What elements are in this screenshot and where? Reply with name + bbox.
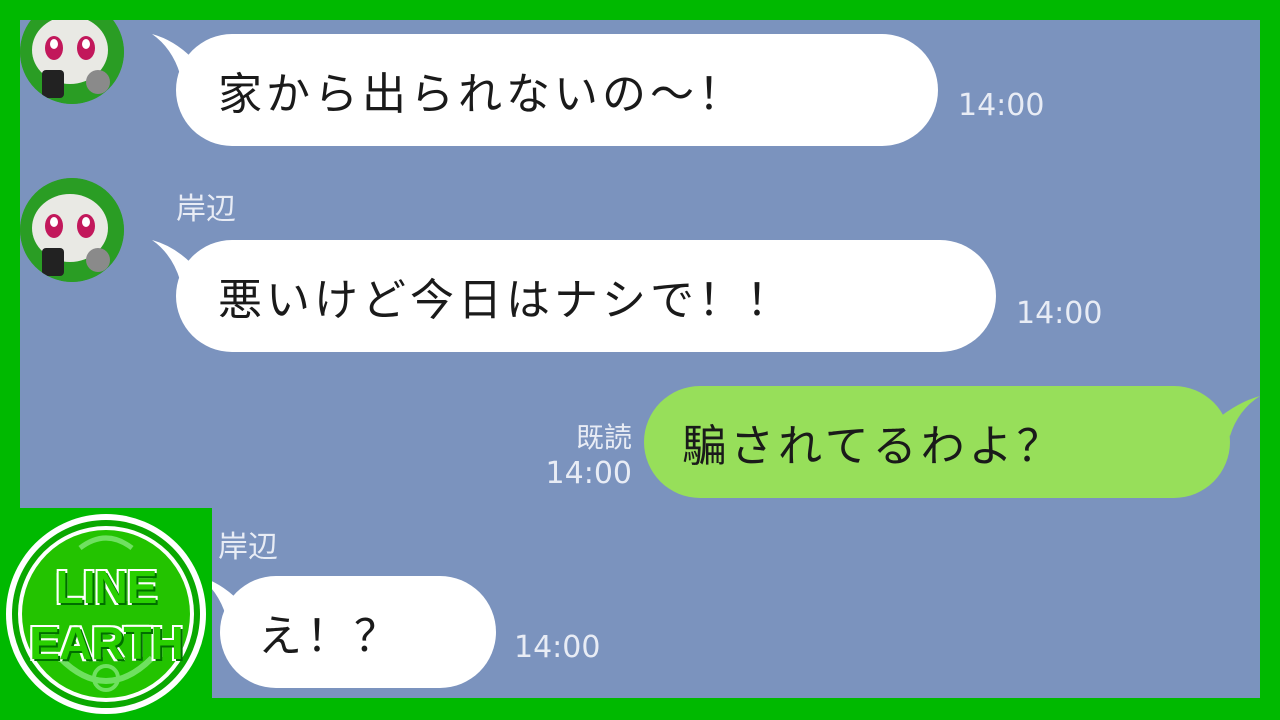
avatar[interactable] xyxy=(20,20,124,104)
message-text: 家から出られないの〜！ xyxy=(218,69,746,120)
message-time: 14:00 xyxy=(1016,296,1103,331)
line-earth-logo-icon xyxy=(6,514,206,714)
message-bubble[interactable]: 騙されてるわよ？ xyxy=(644,386,1230,498)
message-text: 騙されてるわよ？ xyxy=(682,421,1065,472)
logo-line1: LINE xyxy=(55,560,159,614)
message-time: 14:00 xyxy=(958,88,1045,123)
message-bubble[interactable]: 悪いけど今日はナシで！！ xyxy=(176,240,996,352)
cartoon-character-with-phone-icon xyxy=(20,20,124,104)
message-text: え！？ xyxy=(258,611,402,662)
sender-name: 岸辺 xyxy=(176,192,236,227)
line-earth-logo: LINE EARTH xyxy=(0,508,212,720)
avatar[interactable] xyxy=(20,178,124,282)
read-status: 既読 14:00 xyxy=(520,420,632,492)
message-bubble[interactable]: え！？ xyxy=(220,576,496,688)
cartoon-character-with-phone-icon xyxy=(20,178,124,282)
bubble-tail xyxy=(1216,396,1260,436)
message-time: 14:00 xyxy=(545,456,632,491)
message-time: 14:00 xyxy=(514,630,601,665)
message-text: 悪いけど今日はナシで！！ xyxy=(218,275,794,326)
read-label: 既読 xyxy=(575,421,632,454)
logo-line2: EARTH xyxy=(28,616,184,670)
sender-name: 岸辺 xyxy=(218,530,278,565)
message-bubble[interactable]: 家から出られないの〜！ xyxy=(176,34,938,146)
